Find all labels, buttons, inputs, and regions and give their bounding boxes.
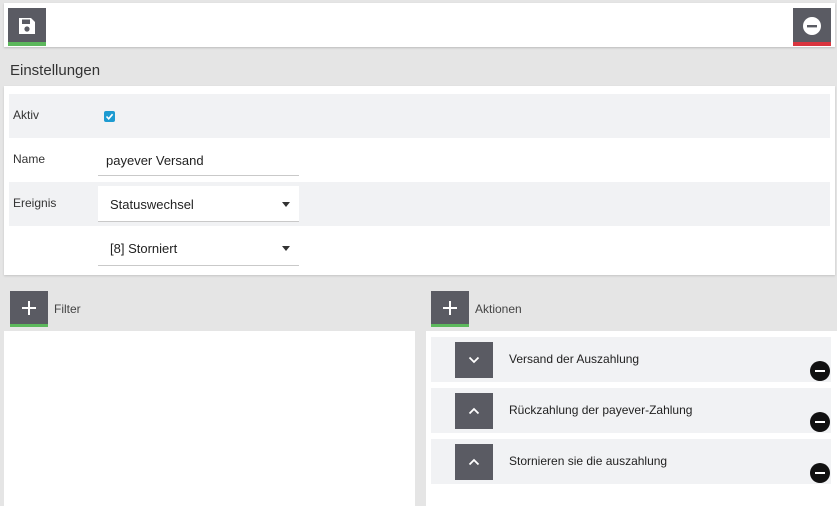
action-label: Versand der Auszahlung <box>509 352 640 366</box>
collapse-toggle-button[interactable] <box>455 342 493 378</box>
event-label: Ereignis <box>13 196 57 210</box>
event-row: Ereignis Statuswechsel <box>9 182 830 226</box>
status-row: [8] Storniert <box>9 226 830 270</box>
add-action-button[interactable] <box>431 291 469 327</box>
name-row: Name payever Versand <box>9 138 830 182</box>
active-checkbox[interactable] <box>104 111 115 122</box>
plus-icon <box>22 301 36 315</box>
actions-panel: Versand der Auszahlung Rückzahlung der p… <box>426 331 837 506</box>
filter-panel <box>4 331 415 506</box>
remove-action-icon[interactable] <box>810 412 830 432</box>
minus-circle-icon <box>803 17 821 35</box>
add-filter-button[interactable] <box>10 291 48 327</box>
actions-accent-bar <box>431 324 469 327</box>
status-select[interactable]: [8] Storniert <box>98 230 299 266</box>
action-item: Rückzahlung der payever-Zahlung <box>431 388 831 433</box>
filter-accent-bar <box>10 324 48 327</box>
toolbar <box>4 3 835 47</box>
save-button[interactable] <box>8 8 46 46</box>
chevron-up-icon <box>468 458 480 466</box>
plus-icon <box>443 301 457 315</box>
caret-down-icon <box>282 246 290 251</box>
actions-label: Aktionen <box>475 302 522 316</box>
remove-action-icon[interactable] <box>810 463 830 483</box>
settings-title: Einstellungen <box>10 62 101 79</box>
save-accent-bar <box>8 42 46 46</box>
expand-toggle-button[interactable] <box>455 444 493 480</box>
action-item: Stornieren sie die auszahlung <box>431 439 831 484</box>
event-select-value: Statuswechsel <box>110 197 194 212</box>
action-label: Stornieren sie die auszahlung <box>509 454 668 468</box>
expand-toggle-button[interactable] <box>455 393 493 429</box>
action-label: Rückzahlung der payever-Zahlung <box>509 403 693 417</box>
active-row: Aktiv <box>9 94 830 138</box>
remove-action-icon[interactable] <box>810 361 830 381</box>
caret-down-icon <box>282 202 290 207</box>
chevron-down-icon <box>468 356 480 364</box>
name-label: Name <box>13 152 46 166</box>
name-input-value: payever Versand <box>106 153 204 168</box>
remove-accent-bar <box>793 42 831 46</box>
chevron-up-icon <box>468 407 480 415</box>
status-select-value: [8] Storniert <box>110 241 178 256</box>
save-icon <box>19 18 35 34</box>
remove-button[interactable] <box>793 8 831 46</box>
action-item: Versand der Auszahlung <box>431 337 831 382</box>
active-label: Aktiv <box>13 108 40 122</box>
checkmark-icon <box>105 113 114 120</box>
name-input[interactable]: payever Versand <box>98 144 299 176</box>
settings-card: Aktiv Name payever Versand Ereignis Stat… <box>4 86 835 275</box>
filter-label: Filter <box>54 302 81 316</box>
event-select[interactable]: Statuswechsel <box>98 186 299 222</box>
